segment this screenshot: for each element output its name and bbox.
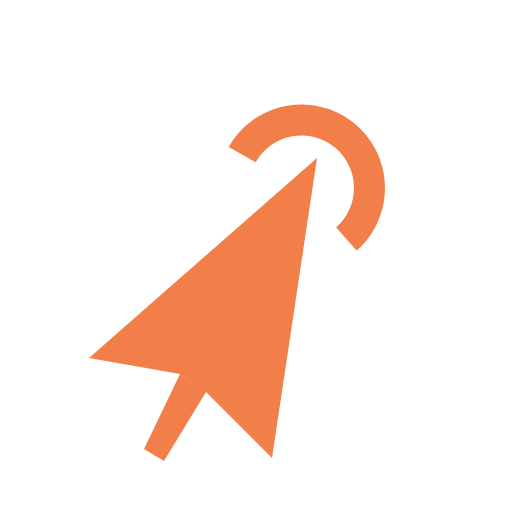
app-icon-canvas <box>0 0 512 512</box>
cursor-click-icon <box>89 104 385 461</box>
cursor-click-icon-group <box>89 104 385 461</box>
arrow-head-icon <box>89 158 317 458</box>
arrow-tail-icon <box>144 374 206 461</box>
